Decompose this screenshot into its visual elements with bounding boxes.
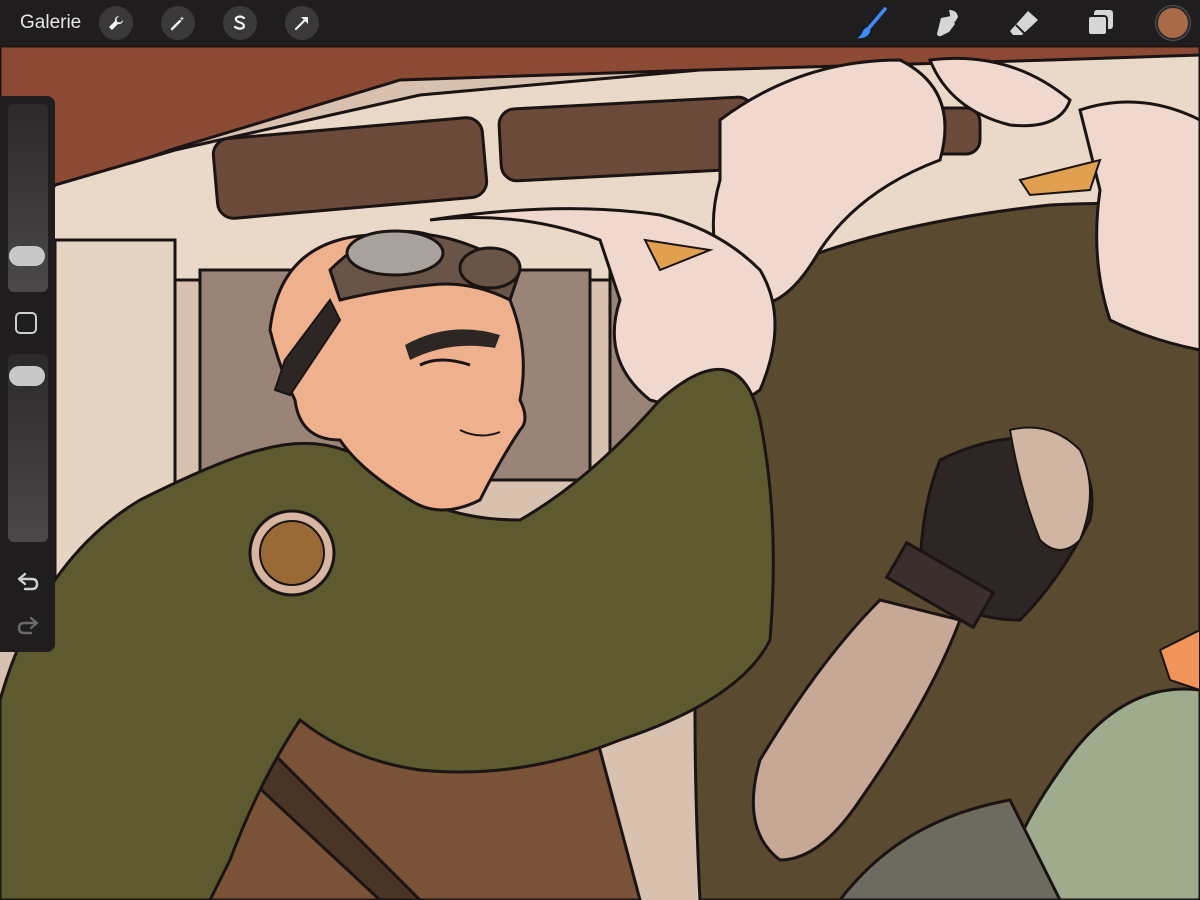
- color-picker-button[interactable]: [1156, 6, 1190, 40]
- square-modify-icon[interactable]: [15, 312, 37, 334]
- undo-button[interactable]: [14, 570, 42, 594]
- brush-button[interactable]: [852, 3, 892, 43]
- gallery-button[interactable]: Galerie: [20, 12, 81, 34]
- redo-icon: [17, 616, 39, 635]
- wrench-icon: [109, 15, 124, 30]
- opacity-thumb[interactable]: [9, 366, 45, 386]
- brush-size-thumb[interactable]: [9, 246, 45, 266]
- adjustments-button[interactable]: [161, 6, 196, 40]
- redo-button[interactable]: [14, 614, 42, 638]
- eraser-button[interactable]: [1004, 3, 1044, 43]
- vent-center: [497, 95, 758, 183]
- right-tool-group: [852, 0, 1200, 46]
- drawing-canvas[interactable]: [0, 0, 1200, 900]
- undo-icon: [17, 572, 39, 591]
- selection-s-icon: [234, 15, 246, 30]
- eraser-icon: [1010, 11, 1038, 36]
- smudge-button[interactable]: [928, 3, 968, 43]
- cloak-brooch: [248, 509, 336, 597]
- smudge-icon: [937, 10, 958, 37]
- magic-wand-icon: [171, 16, 185, 31]
- actions-button[interactable]: [99, 6, 134, 40]
- transform-button[interactable]: [285, 6, 320, 40]
- top-toolbar: Galerie: [0, 0, 1200, 46]
- selection-button[interactable]: [223, 6, 258, 40]
- left-sidebar: [0, 96, 55, 652]
- layers-button[interactable]: [1080, 3, 1120, 43]
- brush-icon: [857, 7, 887, 39]
- transform-arrow-icon: [295, 17, 309, 31]
- layers-icon: [1087, 10, 1113, 36]
